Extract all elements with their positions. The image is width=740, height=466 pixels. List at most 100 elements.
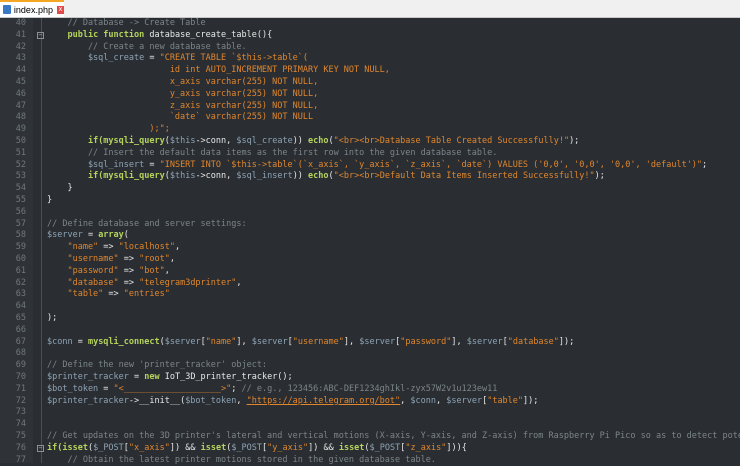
code-token: isset (201, 443, 227, 453)
code-token: $server (252, 337, 288, 347)
line-number: 57 (0, 219, 26, 231)
code-token: "username" (47, 254, 119, 264)
line-number: 46 (0, 89, 26, 101)
code-token: => (103, 289, 123, 299)
code-line: 48 `date` varchar(255) NOT NULL (0, 112, 740, 124)
code-token: $sql_insert (236, 171, 292, 181)
code-token: "password" (400, 337, 451, 347)
code-line: 69// Define the new 'printer_tracker' ob… (0, 360, 740, 372)
code-token: "<br><br>Database Table Created Successf… (334, 136, 569, 146)
code-text: z_axis varchar(255) NOT NULL, (47, 101, 318, 113)
code-token: } (47, 183, 73, 193)
code-line: 58$server = array( (0, 230, 740, 242)
code-token: // e.g., 123456:ABC-DEF1234ghIkl-zyx57W2… (242, 384, 498, 394)
line-number: 60 (0, 254, 26, 266)
code-token: "name" (47, 242, 98, 252)
code-text: y_axis varchar(255) NOT NULL, (47, 89, 318, 101)
code-text: );"; (47, 124, 170, 136)
code-token: // Obtain the latest printer motions sto… (47, 455, 436, 465)
code-token: // Database -> Create Table (47, 18, 206, 28)
code-line: 61 "password" => "bot", (0, 266, 740, 278)
line-number: 65 (0, 313, 26, 325)
code-token: // Define the new 'printer_tracker' obje… (47, 360, 267, 370)
code-line: 42 // Create a new database table. (0, 42, 740, 54)
code-token: $_POST (231, 443, 262, 453)
line-number: 59 (0, 242, 26, 254)
code-token: // Define database and server settings: (47, 219, 247, 229)
close-icon[interactable]: x (57, 6, 64, 14)
code-token: ; (702, 160, 707, 170)
tab-label: index.php (14, 5, 53, 15)
code-token: ], (451, 337, 466, 347)
code-token: ]) && (170, 443, 201, 453)
code-token: array (98, 230, 124, 240)
code-token: z_axis varchar(255) NOT NULL, (47, 101, 318, 111)
code-line: 43 $sql_create = "CREATE TABLE `$this->t… (0, 53, 740, 65)
code-line: 64 (0, 301, 740, 313)
code-token: isset (339, 443, 365, 453)
code-line: 40 // Database -> Create Table (0, 18, 740, 30)
code-token: ); (595, 171, 605, 181)
code-text: } (47, 183, 73, 195)
code-line: 75// Get updates on the 3D printer's lat… (0, 431, 740, 443)
code-text: ); (47, 313, 57, 325)
line-number: 45 (0, 77, 26, 89)
code-line: 52 $sql_insert = "INSERT INTO `$this->ta… (0, 160, 740, 172)
line-number: 48 (0, 112, 26, 124)
code-token: ); (47, 313, 57, 323)
code-line: 59 "name" => "localhost", (0, 242, 740, 254)
code-text: "username" => "root", (47, 254, 175, 266)
code-line: 67$conn = mysqli_connect($server["name"]… (0, 337, 740, 349)
fold-toggle-icon[interactable]: − (37, 32, 44, 39)
code-text: $sql_create = "CREATE TABLE `$this->tabl… (47, 53, 308, 65)
fold-toggle-icon[interactable]: − (37, 445, 44, 452)
code-text: // Define database and server settings: (47, 219, 247, 231)
code-text: if(mysqli_query($this->conn, $sql_create… (47, 136, 579, 148)
code-token: if(mysqli_query (88, 171, 165, 181)
code-text: x_axis varchar(255) NOT NULL, (47, 77, 318, 89)
code-token: => (119, 278, 139, 288)
code-text: `date` varchar(255) NOT NULL (47, 112, 313, 124)
code-token: "table" (487, 396, 523, 406)
code-token: $printer_tracker (47, 372, 129, 382)
code-line: 76−if(isset($_POST["x_axis"]) && isset($… (0, 443, 740, 455)
code-editor[interactable]: 40 // Database -> Create Table41− public… (0, 18, 740, 463)
code-token: $server (47, 230, 83, 240)
line-number: 54 (0, 183, 26, 195)
code-token (47, 136, 88, 146)
line-number: 67 (0, 337, 26, 349)
code-token: // Insert the default data items as the … (47, 148, 497, 158)
code-line: 44 id int AUTO_INCREMENT PRIMARY KEY NOT… (0, 65, 740, 77)
code-token: $server (467, 337, 503, 347)
code-token: "INSERT INTO `$this->table`(`x_axis`, `y… (160, 160, 702, 170)
code-text: } (47, 195, 52, 207)
line-number: 53 (0, 171, 26, 183)
line-number: 43 (0, 53, 26, 65)
code-token: $bot_token (185, 396, 236, 406)
code-token: "table" (47, 289, 103, 299)
code-line: 68 (0, 348, 740, 360)
line-number: 56 (0, 207, 26, 219)
code-text: $printer_tracker = new IoT_3D_printer_tr… (47, 372, 293, 384)
code-token: "localhost" (119, 242, 175, 252)
code-text: id int AUTO_INCREMENT PRIMARY KEY NOT NU… (47, 65, 390, 77)
code-text: public function database_create_table(){ (47, 30, 272, 42)
code-token: echo (308, 171, 328, 181)
tab-index-php[interactable]: index.php x (0, 0, 64, 17)
code-token (47, 30, 67, 40)
code-token: , (236, 396, 246, 406)
code-token: y_axis varchar(255) NOT NULL, (47, 89, 318, 99)
code-line: 49 );"; (0, 124, 740, 136)
code-text: // Create a new database table. (47, 42, 247, 54)
code-token: , (175, 242, 180, 252)
code-text: "name" => "localhost", (47, 242, 180, 254)
code-token: $_POST (93, 443, 124, 453)
line-number: 40 (0, 18, 26, 30)
code-token: $_POST (370, 443, 401, 453)
line-number: 73 (0, 407, 26, 419)
code-token: IoT_3D_printer_tracker(); (160, 372, 293, 382)
code-token: ; (231, 384, 241, 394)
code-line: 45 x_axis varchar(255) NOT NULL, (0, 77, 740, 89)
line-number: 70 (0, 372, 26, 384)
code-line: 66 (0, 325, 740, 337)
